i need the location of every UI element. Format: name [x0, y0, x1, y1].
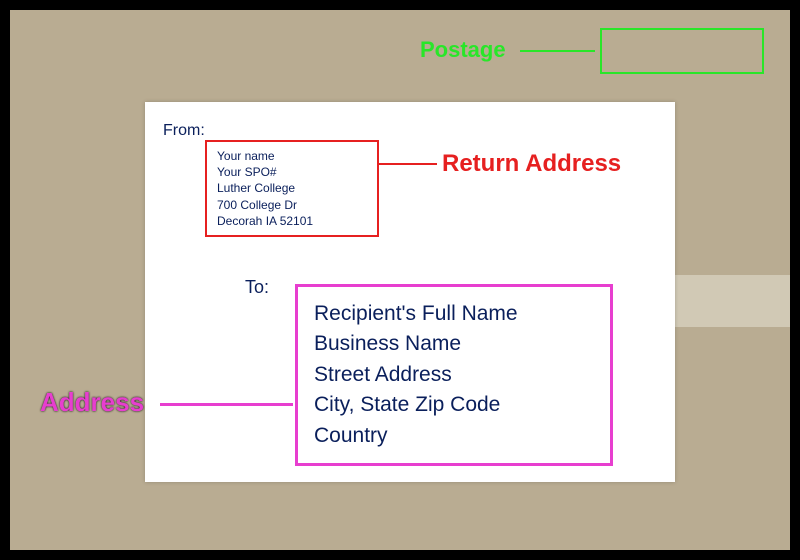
return-callout-line	[377, 163, 437, 165]
return-line-1: Your name	[217, 148, 367, 164]
from-heading: From:	[163, 122, 205, 140]
packing-tape	[655, 275, 790, 327]
return-line-4: 700 College Dr	[217, 197, 367, 213]
postage-area-box	[600, 28, 764, 74]
diagram-frame: Postage From: Your name Your SPO# Luther…	[0, 0, 800, 560]
dest-line-2: Business Name	[314, 329, 594, 359]
address-callout-line	[160, 403, 293, 406]
dest-line-5: Country	[314, 421, 594, 451]
dest-line-4: City, State Zip Code	[314, 390, 594, 420]
return-callout-label: Return Address	[442, 150, 621, 178]
cardboard-background: Postage From: Your name Your SPO# Luther…	[10, 10, 790, 550]
dest-line-3: Street Address	[314, 360, 594, 390]
return-line-2: Your SPO#	[217, 164, 367, 180]
return-address-box: Your name Your SPO# Luther College 700 C…	[205, 140, 379, 237]
dest-line-1: Recipient's Full Name	[314, 299, 594, 329]
return-line-3: Luther College	[217, 180, 367, 196]
postage-callout-label: Postage	[420, 37, 506, 63]
postage-callout-line	[520, 50, 595, 52]
return-line-5: Decorah IA 52101	[217, 213, 367, 229]
destination-address-box: Recipient's Full Name Business Name Stre…	[295, 284, 613, 466]
to-heading: To:	[245, 277, 269, 298]
address-callout-label: Address	[40, 387, 144, 418]
